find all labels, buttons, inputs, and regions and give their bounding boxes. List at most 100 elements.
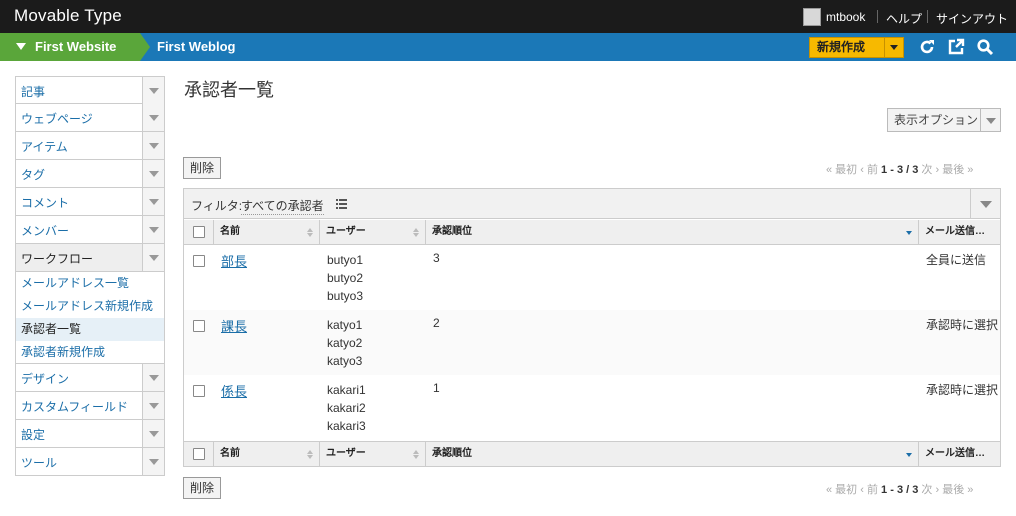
- blog-name[interactable]: First Weblog: [157, 33, 235, 61]
- user-item: katyo3: [327, 354, 363, 368]
- user-list: kakari1 kakari2 kakari3: [327, 381, 366, 435]
- sort-desc-icon: [906, 450, 912, 460]
- sort-desc-icon: [906, 228, 912, 238]
- pager-first: « 最初: [826, 164, 858, 176]
- pagination-top: « 最初 ‹ 前 1 - 3 / 3 次 › 最後 »: [826, 161, 973, 177]
- row-checkbox[interactable]: [193, 320, 205, 332]
- pager-first: « 最初: [826, 484, 858, 496]
- filter-value[interactable]: すべての承認者: [241, 197, 324, 215]
- column-header-user[interactable]: ユーザー: [320, 220, 426, 244]
- sidebar-item-label: 記事: [21, 85, 46, 99]
- user-item: butyo2: [327, 271, 364, 285]
- app-title[interactable]: Movable Type: [14, 6, 122, 26]
- view-site-icon[interactable]: [947, 38, 965, 56]
- column-header-order[interactable]: 承認順位: [426, 442, 919, 466]
- approver-name-link[interactable]: 課長: [221, 316, 247, 335]
- pager-prev: ‹ 前: [860, 164, 878, 176]
- pager-next: 次 ›: [921, 484, 940, 496]
- website-selector[interactable]: First Website: [0, 33, 140, 61]
- sidebar-item-settings[interactable]: 設定: [15, 420, 165, 448]
- submenu-email-list[interactable]: メールアドレス一覧: [15, 272, 165, 295]
- filter-toggle[interactable]: [970, 189, 1000, 219]
- chevron-down-icon[interactable]: [142, 188, 164, 215]
- chevron-down-icon: [980, 109, 1000, 131]
- row-checkbox[interactable]: [193, 385, 205, 397]
- column-header-name[interactable]: 名前: [214, 442, 320, 466]
- chevron-down-icon[interactable]: [142, 448, 164, 475]
- search-icon[interactable]: [976, 38, 994, 56]
- column-header-mail[interactable]: メール送信…: [919, 220, 1000, 244]
- column-name-label: 名前: [220, 226, 240, 237]
- sidebar-item-pages[interactable]: ウェブページ: [15, 104, 165, 132]
- column-header-name[interactable]: 名前: [214, 220, 320, 244]
- new-create-dropdown[interactable]: [884, 38, 903, 57]
- user-name-link[interactable]: mtbook: [826, 10, 865, 24]
- divider: [877, 10, 878, 23]
- new-create-button[interactable]: 新規作成: [809, 37, 904, 58]
- pager-last: 最後 »: [942, 484, 974, 496]
- column-user-label: ユーザー: [326, 226, 366, 237]
- chevron-down-icon[interactable]: [142, 420, 164, 447]
- sidebar-item-tools[interactable]: ツール: [15, 448, 165, 476]
- avatar[interactable]: [803, 8, 821, 26]
- approval-order: 2: [433, 316, 440, 330]
- select-all-checkbox[interactable]: [193, 226, 205, 238]
- chevron-down-icon[interactable]: [142, 160, 164, 187]
- chevron-down-icon[interactable]: [142, 104, 164, 131]
- list-icon[interactable]: [336, 199, 347, 209]
- user-list: katyo1 katyo2 katyo3: [327, 316, 362, 370]
- chevron-down-icon[interactable]: [142, 77, 164, 104]
- display-options-button[interactable]: 表示オプション: [887, 108, 1001, 132]
- sidebar-item-label: メンバー: [21, 224, 70, 238]
- chevron-down-icon[interactable]: [142, 392, 164, 419]
- user-item: butyo3: [327, 289, 364, 303]
- sidebar-item-custom-fields[interactable]: カスタムフィールド: [15, 392, 165, 420]
- sidebar-item-label: カスタムフィールド: [21, 400, 129, 414]
- sidebar-item-workflow[interactable]: ワークフロー: [15, 244, 165, 272]
- user-item: kakari3: [327, 419, 366, 433]
- sidebar-item-label: アイテム: [21, 140, 68, 154]
- mail-setting: 承認時に選択: [926, 383, 999, 397]
- mail-setting: 全員に送信: [926, 253, 987, 267]
- submenu-new-email[interactable]: メールアドレス新規作成: [15, 295, 165, 318]
- sort-icon: [413, 450, 419, 460]
- approval-order: 3: [433, 251, 440, 265]
- chevron-down-icon[interactable]: [142, 132, 164, 159]
- submenu-new-approver[interactable]: 承認者新規作成: [15, 341, 165, 364]
- select-all-checkbox[interactable]: [193, 448, 205, 460]
- approver-name-link[interactable]: 係長: [221, 381, 247, 400]
- sidebar-item-label: コメント: [21, 196, 70, 210]
- column-header-user[interactable]: ユーザー: [320, 442, 426, 466]
- delete-button-top[interactable]: 削除: [183, 157, 221, 179]
- sidebar-item-design[interactable]: デザイン: [15, 364, 165, 392]
- column-mail-label: メール送信…: [925, 448, 985, 459]
- breadcrumb-arrow: [140, 33, 150, 61]
- delete-button-bottom[interactable]: 削除: [183, 477, 221, 499]
- sort-icon: [307, 450, 313, 460]
- filter-label: フィルタ:: [191, 199, 243, 213]
- help-link[interactable]: ヘルプ: [886, 10, 922, 27]
- row-checkbox[interactable]: [193, 255, 205, 267]
- sort-icon: [307, 228, 313, 238]
- top-bar: Movable Type mtbook ヘルプ サインアウト: [0, 0, 1016, 33]
- chevron-down-icon[interactable]: [142, 244, 164, 271]
- chevron-down-icon[interactable]: [142, 216, 164, 243]
- column-header-mail[interactable]: メール送信…: [919, 442, 1000, 466]
- sidebar-item-members[interactable]: メンバー: [15, 216, 165, 244]
- submenu-approver-list[interactable]: 承認者一覧: [15, 318, 165, 341]
- sidebar-item-comments[interactable]: コメント: [15, 188, 165, 216]
- column-header-order[interactable]: 承認順位: [426, 220, 919, 244]
- refresh-icon[interactable]: [918, 38, 936, 56]
- signout-link[interactable]: サインアウト: [936, 10, 1008, 27]
- sidebar-item-assets[interactable]: アイテム: [15, 132, 165, 160]
- pager-range: 1 - 3 / 3: [881, 484, 919, 496]
- chevron-down-icon[interactable]: [142, 364, 164, 391]
- sidebar-item-tags[interactable]: タグ: [15, 160, 165, 188]
- sidebar-item-entries[interactable]: 記事: [15, 76, 165, 104]
- caret-down-icon: [16, 43, 26, 50]
- sidebar-item-label: デザイン: [21, 372, 70, 386]
- approver-name-link[interactable]: 部長: [221, 251, 247, 270]
- table-row: 部長 butyo1 butyo2 butyo3 3 全員に送信: [184, 245, 1000, 310]
- sidebar-item-label: ウェブページ: [21, 112, 93, 126]
- filter-bar: フィルタ: すべての承認者: [184, 189, 1000, 219]
